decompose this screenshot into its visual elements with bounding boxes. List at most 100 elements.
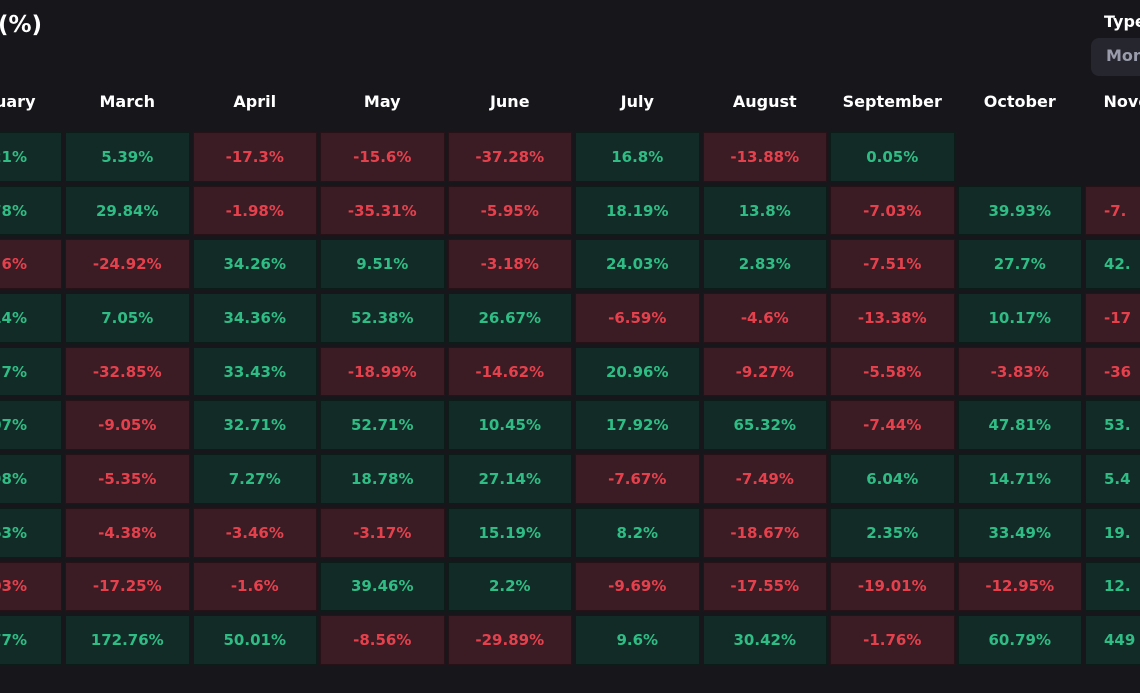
heatmap-cell: 39.46% <box>319 561 447 616</box>
heatmap-cell-value: -9.27% <box>702 346 827 397</box>
heatmap-cell-value: 6% <box>0 239 62 290</box>
heatmap-cell-value: -8.56% <box>320 615 445 665</box>
heatmap-cell: 07% <box>0 400 64 454</box>
heatmap-cell-value: 52.38% <box>320 293 445 343</box>
heatmap-cell: 50.01% <box>191 615 319 669</box>
heatmap-cell: 2.83% <box>701 239 829 293</box>
heatmap-cell: 2.2% <box>446 561 574 616</box>
heatmap-cell-value: -17.3% <box>192 132 317 182</box>
heatmap-cell-value: -4.38% <box>65 507 190 558</box>
heatmap-cell: 78% <box>0 185 64 240</box>
heatmap-cell-value: -3.83% <box>957 346 1082 397</box>
heatmap-row: 7% -32.85% 33.43% -18.99% -14.62% 20.96% -9.27… <box>0 346 1140 401</box>
heatmap-cell-value: 2.2% <box>447 561 572 612</box>
heatmap-cell: -19.01% <box>829 561 957 616</box>
heatmap-cell: 30.42% <box>701 615 829 669</box>
returns-heatmap: uary March April May June July August September… <box>0 88 1140 669</box>
heatmap-row: 77%172.76%50.01%-8.56%-29.89%9.6%30.42%-… <box>0 615 1140 669</box>
heatmap-cell-value: -19.01% <box>830 561 955 612</box>
heatmap-cell: 03% <box>0 561 64 616</box>
heatmap-cell: -18.67% <box>701 507 829 562</box>
heatmap-row: 98%-5.35%7.27%18.78%27.14%-7.67%-7.49%6.… <box>0 454 1140 508</box>
heatmap-cell-value: 13.8% <box>702 185 827 236</box>
heatmap-cell-value: -6.59% <box>575 293 700 343</box>
month-header: April <box>233 92 277 111</box>
heatmap-cell: 52.71% <box>319 400 447 454</box>
heatmap-cell: 16.8% <box>574 132 702 186</box>
heatmap-cell: 26.67% <box>446 293 574 347</box>
heatmap-cell: 8.2% <box>574 507 702 562</box>
month-header: September <box>842 92 942 111</box>
heatmap-cell: -32.85% <box>64 346 192 401</box>
heatmap-cell: 14.71% <box>956 454 1084 508</box>
heatmap-cell: 33.43% <box>191 346 319 401</box>
heatmap-cell-value: -7.49% <box>702 454 827 504</box>
heatmap-cell: 12. <box>1084 561 1140 616</box>
heatmap-cell-value: 7% <box>0 346 62 397</box>
heatmap-row: 14%7.05%34.36%52.38%26.67%-6.59%-4.6%-13… <box>0 293 1140 347</box>
heatmap-cell: -7.51% <box>829 239 957 293</box>
heatmap-cell-value: -12.95% <box>957 561 1082 612</box>
heatmap-cell: -3.83% <box>956 346 1084 401</box>
heatmap-cell-value: 8.2% <box>575 507 700 558</box>
heatmap-cell-value: 2.35% <box>830 507 955 558</box>
heatmap-cell-value: 449 <box>1085 615 1140 665</box>
heatmap-cell-value: 10.17% <box>957 293 1082 343</box>
heatmap-cell: 5.4 <box>1084 454 1140 508</box>
heatmap-cell-value: 18.78% <box>320 454 445 504</box>
heatmap-cell: 39.93% <box>956 185 1084 240</box>
page-title: (%) <box>0 12 43 38</box>
heatmap-cell-value: 9.51% <box>320 239 445 290</box>
heatmap-cell-value: -7. <box>1085 185 1140 236</box>
heatmap-cell-value: -1.76% <box>830 615 955 665</box>
heatmap-cell: -37.28% <box>446 132 574 186</box>
heatmap-cell: -12.95% <box>956 561 1084 616</box>
heatmap-cell: -4.6% <box>701 293 829 347</box>
heatmap-cell: 20.96% <box>574 346 702 401</box>
heatmap-cell: -13.88% <box>701 132 829 186</box>
heatmap-cell-value: -14.62% <box>447 346 572 397</box>
heatmap-cell: -1.6% <box>191 561 319 616</box>
heatmap-cell: -7. <box>1084 185 1140 240</box>
heatmap-cell: -1.76% <box>829 615 957 669</box>
heatmap-cell: -3.46% <box>191 507 319 562</box>
heatmap-cell: 14% <box>0 293 64 347</box>
heatmap-cell: -1.98% <box>191 185 319 240</box>
heatmap-cell: 42. <box>1084 239 1140 293</box>
heatmap-cell: 34.36% <box>191 293 319 347</box>
heatmap-cell-value: 14.71% <box>957 454 1082 504</box>
heatmap-cell: 65.32% <box>701 400 829 454</box>
type-select[interactable]: Mon <box>1091 38 1140 76</box>
heatmap-cell: 53. <box>1084 400 1140 454</box>
heatmap-row: 03%-17.25%-1.6%39.46%2.2%-9.69%-17.55%-1… <box>0 561 1140 616</box>
heatmap-cell: 18.78% <box>319 454 447 508</box>
month-header: June <box>489 92 530 111</box>
heatmap-cell-value: 2.83% <box>702 239 827 290</box>
heatmap-cell-value: -15.6% <box>320 132 445 182</box>
heatmap-cell: 7.05% <box>64 293 192 347</box>
heatmap-cell-value: 32.71% <box>192 400 317 451</box>
heatmap-cell: 7.27% <box>191 454 319 508</box>
heatmap-cell-value: 5.39% <box>65 132 190 182</box>
heatmap-cell-value: 17.92% <box>575 400 700 451</box>
heatmap-cell-value: 39.93% <box>957 185 1082 236</box>
heatmap-cell-value: -1.6% <box>192 561 317 612</box>
heatmap-cell-value: -13.38% <box>830 293 955 343</box>
heatmap-cell-value: -7.51% <box>830 239 955 290</box>
heatmap-cell: -24.92% <box>64 239 192 293</box>
heatmap-cell-value: -35.31% <box>320 185 445 236</box>
heatmap-cell: -5.35% <box>64 454 192 508</box>
heatmap-cell: -13.38% <box>829 293 957 347</box>
heatmap-cell-value: 07% <box>0 400 62 451</box>
heatmap-cell-value: 24.03% <box>575 239 700 290</box>
heatmap-cell: -5.58% <box>829 346 957 401</box>
heatmap-cell: -15.6% <box>319 132 447 186</box>
heatmap-cell-value: -7.03% <box>830 185 955 236</box>
heatmap-cell-value: -5.58% <box>830 346 955 397</box>
heatmap-cell: 9.6% <box>574 615 702 669</box>
month-header: March <box>99 92 155 111</box>
heatmap-cell-value: -5.35% <box>65 454 190 504</box>
heatmap-cell: 6% <box>0 239 64 293</box>
heatmap-cell: 6.04% <box>829 454 957 508</box>
heatmap-cell: -17.25% <box>64 561 192 616</box>
